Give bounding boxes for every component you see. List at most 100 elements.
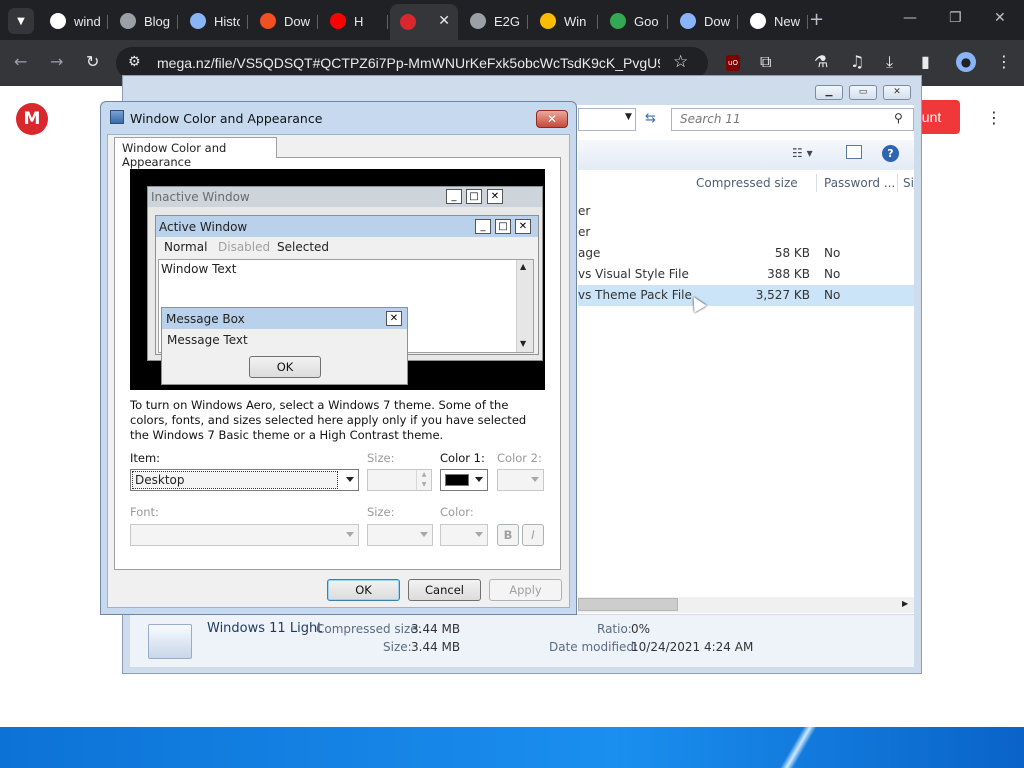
preview-active-title: Active Window — [159, 220, 248, 234]
tab-title: E2G — [494, 13, 520, 29]
tab-4[interactable]: H — [320, 6, 388, 36]
cell-password: No — [824, 288, 841, 302]
font-color-picker[interactable] — [440, 524, 488, 546]
chrome-menu-icon[interactable]: ⋮ — [996, 52, 1012, 71]
download-icon[interactable]: ⤓ — [886, 52, 893, 72]
item-select[interactable]: Desktop — [130, 469, 359, 491]
item-size-spinner[interactable]: ▲ ▼ — [367, 469, 432, 491]
labs-icon[interactable]: ⚗ — [814, 52, 828, 71]
column-divider — [816, 174, 817, 192]
cell-size: 388 KB — [767, 267, 810, 281]
help-icon[interactable]: ? — [882, 145, 899, 162]
chevron-down-icon: ▼ — [17, 15, 25, 27]
table-row[interactable]: age 58 KB No — [578, 243, 914, 264]
globe-icon — [120, 13, 136, 29]
cell-name: er — [578, 225, 591, 239]
forward-icon[interactable]: → — [50, 52, 63, 71]
profile-avatar[interactable]: ● — [956, 52, 976, 72]
ok-button[interactable]: OK — [327, 579, 400, 601]
close-tab-icon[interactable]: ✕ — [438, 12, 450, 29]
scroll-right-icon[interactable]: ▶ — [902, 599, 908, 608]
search-icon[interactable]: ⚲ — [894, 111, 903, 125]
tab-1[interactable]: Blog — [110, 6, 178, 36]
tab-0[interactable]: windo — [40, 6, 108, 36]
minimize-icon[interactable]: — — [903, 10, 917, 26]
ublock-origin-icon[interactable]: uO — [726, 55, 740, 71]
media-control-icon[interactable]: ♫ — [850, 52, 864, 71]
tab-title: Blog — [144, 13, 170, 29]
page-menu-icon[interactable]: ⋮ — [986, 108, 1002, 127]
color1-picker[interactable] — [440, 469, 488, 491]
tab-8[interactable]: Goo — [600, 6, 668, 36]
preview-max-icon: □ — [466, 189, 482, 204]
column-password[interactable]: Password ... — [824, 172, 895, 194]
column-size[interactable]: Si — [903, 172, 914, 194]
preview-max-icon: □ — [495, 219, 511, 234]
address-dropdown-icon[interactable]: ▼ — [625, 112, 632, 122]
preview-close-icon: ✕ — [487, 189, 503, 204]
close-window-icon[interactable]: ✕ — [994, 10, 1006, 26]
archive-search-input[interactable]: Search 11 — [671, 108, 914, 131]
chrome-icon — [750, 13, 766, 29]
tab-7[interactable]: Win — [530, 6, 598, 36]
tab-5[interactable]: ✕ — [390, 4, 458, 40]
color2-picker[interactable] — [497, 469, 544, 491]
globe-icon — [470, 13, 486, 29]
tab-3[interactable]: Dow — [250, 6, 318, 36]
bookmark-star-icon[interactable]: ☆ — [673, 52, 688, 72]
tab-title: H — [354, 13, 364, 29]
tab-9[interactable]: Dow — [670, 6, 738, 36]
new-tab-button[interactable]: + — [809, 9, 824, 30]
extensions-icon[interactable]: ⧉ — [760, 52, 771, 72]
scrollbar-thumb[interactable] — [578, 598, 678, 611]
apply-button[interactable]: Apply — [489, 579, 562, 601]
bold-button[interactable]: B — [497, 524, 519, 546]
table-row[interactable]: er — [578, 201, 914, 222]
font-color-label: Color: — [440, 505, 474, 519]
view-options-icon[interactable]: ☷ ▾ — [792, 146, 813, 160]
tab-separator — [737, 15, 738, 29]
display-settings-icon — [110, 110, 124, 124]
refresh-icon[interactable]: ⇆ — [645, 111, 656, 126]
archive-address-bar[interactable]: ▼ — [578, 108, 636, 131]
tab-separator — [667, 15, 668, 29]
spinner-arrows-icon: ▲ ▼ — [416, 470, 431, 490]
tab-10[interactable]: New — [740, 6, 808, 36]
column-compressed-size[interactable]: Compressed size — [696, 172, 798, 194]
font-size-select[interactable] — [367, 524, 433, 546]
cell-password: No — [824, 246, 841, 260]
table-row[interactable]: er — [578, 222, 914, 243]
preview-inactive-title: Inactive Window — [151, 190, 250, 204]
table-row[interactable]: vs Theme Pack File 3,527 KB No — [578, 285, 914, 306]
tab-2[interactable]: Histo — [180, 6, 248, 36]
archive-minimize-button[interactable]: ▁ — [815, 85, 843, 100]
mega-logo[interactable]: M — [16, 103, 48, 135]
tab-window-color[interactable]: Window Color and Appearance — [114, 137, 277, 169]
font-select[interactable] — [130, 524, 359, 546]
italic-button[interactable]: I — [522, 524, 544, 546]
side-panel-icon[interactable]: ▮ — [921, 52, 930, 71]
site-settings-icon[interactable]: ⚙ — [128, 54, 141, 70]
url-text[interactable]: mega.nz/file/VS5QDSQT#QCTPZ6i7Pp-MmWNUrK… — [157, 55, 660, 71]
tab-title: Dow — [704, 13, 730, 29]
archive-close-button[interactable]: ✕ — [883, 85, 911, 100]
detail-file-name: Windows 11 Light — [207, 621, 323, 636]
cancel-button[interactable]: Cancel — [408, 579, 481, 601]
archive-maximize-button[interactable]: ▭ — [849, 85, 877, 100]
preview-pane-icon[interactable] — [846, 145, 862, 159]
back-icon[interactable]: ← — [14, 52, 27, 71]
preview-menu-normal: Normal — [164, 240, 208, 254]
dialog-close-button[interactable]: ✕ — [536, 110, 568, 128]
preview-msgbox-title: Message Box — [166, 312, 245, 326]
scroll-up-icon: ▲ — [520, 262, 527, 271]
table-row[interactable]: vs Visual Style File 388 KB No — [578, 264, 914, 285]
tab-separator — [597, 15, 598, 29]
cell-password: No — [824, 267, 841, 281]
restore-icon[interactable]: ❐ — [949, 10, 962, 26]
tab-search-button[interactable]: ▼ — [8, 8, 34, 34]
font-label: Font: — [130, 505, 159, 519]
reload-icon[interactable]: ↻ — [86, 52, 99, 71]
drive-icon — [610, 13, 626, 29]
mega-icon — [400, 14, 416, 30]
tab-6[interactable]: E2G — [460, 6, 528, 36]
